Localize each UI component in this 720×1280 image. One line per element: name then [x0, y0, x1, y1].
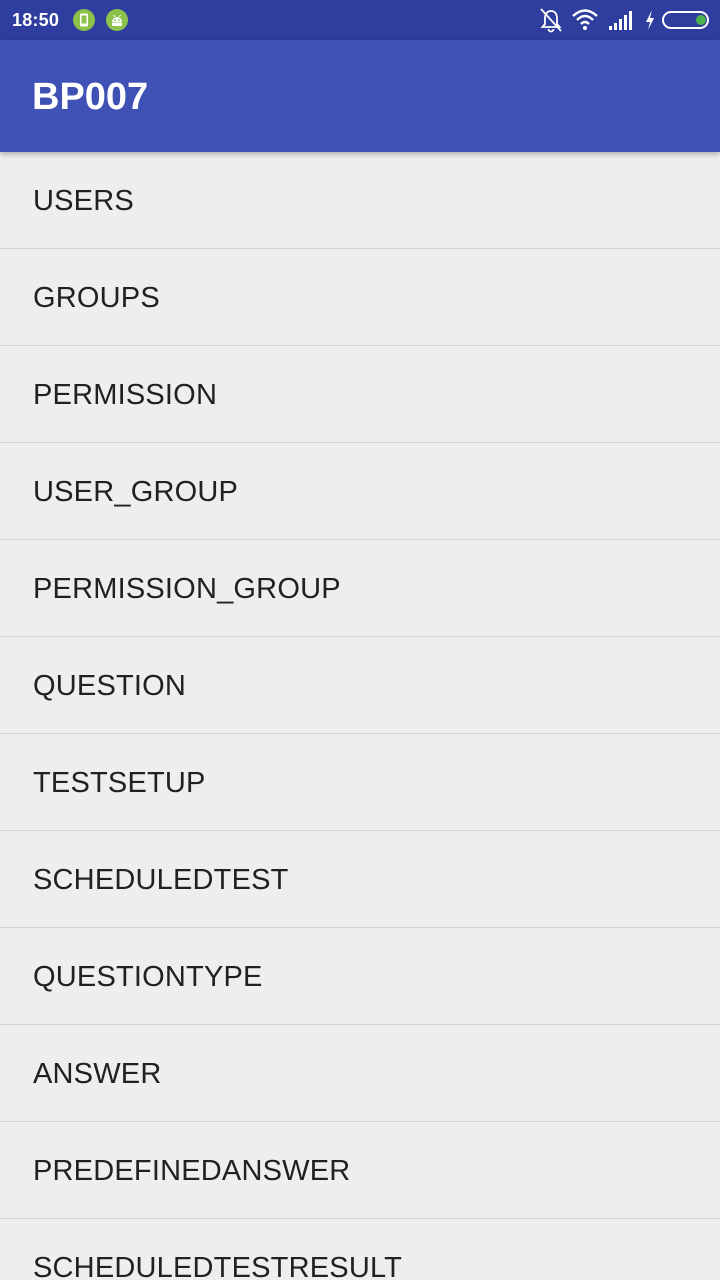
table-list: USERS GROUPS PERMISSION USER_GROUP PERMI… — [0, 152, 720, 1280]
list-item-label: SCHEDULEDTEST — [33, 864, 289, 896]
list-item-permission-group[interactable]: PERMISSION_GROUP — [0, 540, 720, 637]
status-bar: 18:50 — [0, 0, 720, 40]
status-time: 18:50 — [12, 10, 60, 30]
list-item-label: PREDEFINEDANSWER — [33, 1155, 351, 1187]
list-item-label: GROUPS — [33, 282, 160, 314]
list-item-label: PERMISSION — [33, 379, 218, 411]
list-item-scheduledtestresult[interactable]: SCHEDULEDTESTRESULT — [0, 1219, 720, 1280]
list-item-label: PERMISSION_GROUP — [33, 573, 341, 605]
charging-icon — [646, 10, 654, 30]
list-item-label: QUESTION — [33, 670, 187, 702]
list-item-answer[interactable]: ANSWER — [0, 1025, 720, 1122]
list-item-groups[interactable]: GROUPS — [0, 249, 720, 346]
list-item-label: SCHEDULEDTESTRESULT — [33, 1252, 403, 1280]
bell-off-icon — [540, 8, 562, 33]
list-item-users[interactable]: USERS — [0, 152, 720, 249]
signal-icon — [609, 11, 632, 30]
list-item-label: TESTSETUP — [33, 767, 206, 799]
app-bar: BP007 — [0, 40, 720, 152]
app-title: BP007 — [32, 76, 149, 118]
list-item-user-group[interactable]: USER_GROUP — [0, 443, 720, 540]
phone-icon — [73, 9, 95, 31]
wifi-icon — [572, 9, 598, 30]
list-item-label: USERS — [33, 185, 134, 217]
list-item-questiontype[interactable]: QUESTIONTYPE — [0, 928, 720, 1025]
android-icon — [106, 9, 128, 31]
list-item-permission[interactable]: PERMISSION — [0, 346, 720, 443]
list-item-scheduledtest[interactable]: SCHEDULEDTEST — [0, 831, 720, 928]
list-item-label: QUESTIONTYPE — [33, 961, 263, 993]
list-item-question[interactable]: QUESTION — [0, 637, 720, 734]
list-item-label: USER_GROUP — [33, 476, 239, 508]
battery-icon — [662, 11, 709, 29]
list-item-label: ANSWER — [33, 1058, 162, 1090]
list-item-testsetup[interactable]: TESTSETUP — [0, 734, 720, 831]
list-item-predefinedanswer[interactable]: PREDEFINEDANSWER — [0, 1122, 720, 1219]
